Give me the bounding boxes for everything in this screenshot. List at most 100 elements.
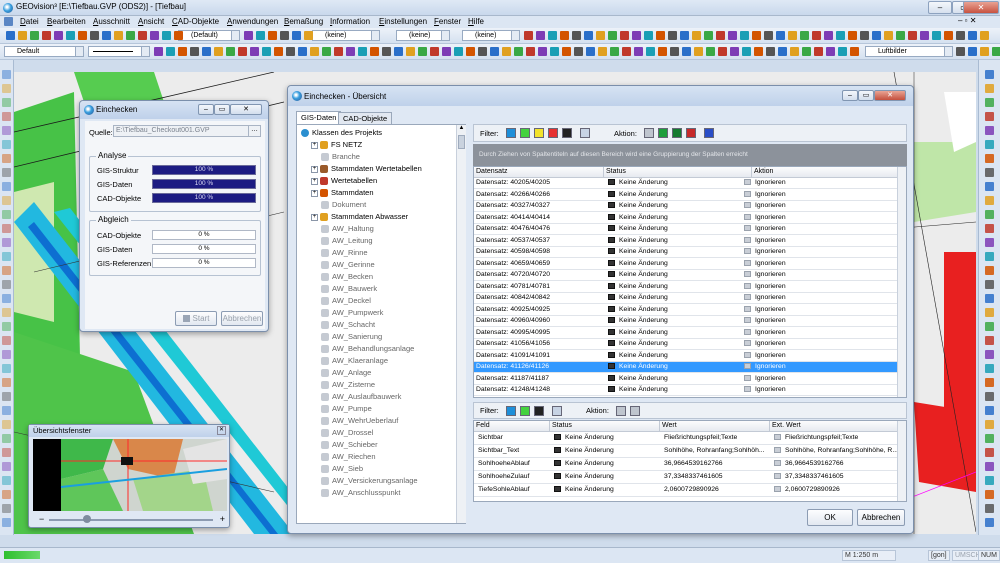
uebersicht-maximize-button[interactable]: ▭	[858, 90, 874, 101]
toolbar-tool-icon[interactable]	[646, 47, 655, 56]
filter-copy-icon[interactable]	[580, 128, 590, 138]
tree-item[interactable]: AW_Sieb	[321, 463, 363, 474]
toolbar-tool-icon[interactable]	[370, 47, 379, 56]
toolbar-tool-icon[interactable]	[178, 47, 187, 56]
toolbar-tool-icon[interactable]	[850, 47, 859, 56]
side-tool-icon[interactable]	[985, 196, 994, 205]
toolbar-tool-icon[interactable]	[406, 47, 415, 56]
tree-item[interactable]: AW_Pumpe	[321, 403, 372, 414]
side-tool-icon[interactable]	[2, 280, 11, 289]
toolbar-tool-icon[interactable]	[394, 47, 403, 56]
side-tool-icon[interactable]	[2, 448, 11, 457]
side-tool-icon[interactable]	[985, 448, 994, 457]
tree-item[interactable]: AW_Bauwerk	[321, 283, 377, 294]
cell-aktion[interactable]: Ignorieren	[742, 178, 892, 188]
side-tool-icon[interactable]	[985, 280, 994, 289]
toolbar-tool-icon[interactable]	[102, 31, 111, 40]
toolbar-tool-icon[interactable]	[838, 47, 847, 56]
layer-combo-3[interactable]: (keine)	[462, 30, 520, 41]
side-tool-icon[interactable]	[985, 140, 994, 149]
toolbar-tool-icon[interactable]	[572, 31, 581, 40]
cell-aktion[interactable]: Ignorieren	[742, 351, 892, 361]
col-ext-wert-header[interactable]: Ext. Wert	[770, 421, 898, 432]
menu-bemassung[interactable]: Bemaßung	[284, 17, 323, 26]
overview-close-icon[interactable]: ✕	[217, 426, 226, 435]
table-row[interactable]: Datensatz: 40205/40205 Keine Änderung Igno…	[474, 178, 898, 189]
detail-aktion-check-icon[interactable]	[630, 406, 640, 416]
toolbar-tool-icon[interactable]	[742, 47, 751, 56]
side-tool-icon[interactable]	[2, 476, 11, 485]
ok-button[interactable]: OK	[807, 509, 853, 526]
toolbar-tool-icon[interactable]	[6, 31, 15, 40]
cell-aktion[interactable]: Ignorieren	[742, 259, 892, 269]
detail-row[interactable]: SohlhoeheAblauf Keine Änderung 36,96645391…	[474, 458, 898, 471]
toolbar-tool-icon[interactable]	[790, 47, 799, 56]
table-row[interactable]: Datensatz: 41248/41248 Keine Änderung Igno…	[474, 385, 898, 396]
side-tool-icon[interactable]	[985, 406, 994, 415]
toolbar-tool-icon[interactable]	[920, 31, 929, 40]
toolbar-tool-icon[interactable]	[150, 31, 159, 40]
side-tool-icon[interactable]	[2, 126, 11, 135]
side-tool-icon[interactable]	[2, 504, 11, 513]
toolbar-tool-icon[interactable]	[274, 47, 283, 56]
uebersicht-close-button[interactable]: ✕	[874, 90, 906, 101]
toolbar-tool-icon[interactable]	[334, 47, 343, 56]
toolbar-tool-icon[interactable]	[598, 47, 607, 56]
layer-combo-2[interactable]: (keine)	[396, 30, 450, 41]
toolbar-tool-icon[interactable]	[30, 31, 39, 40]
toolbar-tool-icon[interactable]	[586, 47, 595, 56]
luftbilder-combo[interactable]: Luftbilder	[865, 46, 953, 57]
toolbar-tool-icon[interactable]	[250, 47, 259, 56]
close-button[interactable]: ✕	[963, 1, 999, 14]
toolbar-tool-icon[interactable]	[166, 47, 175, 56]
side-tool-icon[interactable]	[985, 336, 994, 345]
toolbar-tool-icon[interactable]	[346, 47, 355, 56]
cell-aktion[interactable]: Ignorieren	[742, 339, 892, 349]
toolbar-tool-icon[interactable]	[536, 31, 545, 40]
toolbar-tool-icon[interactable]	[776, 31, 785, 40]
start-button[interactable]: Start	[175, 311, 217, 326]
side-tool-icon[interactable]	[985, 322, 994, 331]
cell-aktion[interactable]: Ignorieren	[742, 236, 892, 246]
side-tool-icon[interactable]	[2, 196, 11, 205]
toolbar-tool-icon[interactable]	[980, 31, 989, 40]
tree-item[interactable]: AW_Behandlungsanlage	[321, 343, 414, 354]
toolbar-tool-icon[interactable]	[304, 31, 313, 40]
toolbar-tool-icon[interactable]	[826, 47, 835, 56]
table-row[interactable]: Datensatz: 41126/41126 Keine Änderung Igno…	[474, 362, 898, 373]
side-tool-icon[interactable]	[2, 322, 11, 331]
einchecken-maximize-button[interactable]: ▭	[214, 104, 230, 115]
toolbar-tool-icon[interactable]	[454, 47, 463, 56]
table-row[interactable]: Datensatz: 40266/40266 Keine Änderung Igno…	[474, 190, 898, 201]
side-tool-icon[interactable]	[2, 154, 11, 163]
class-tree[interactable]: Klassen des Projekts + FS NETZ Branche + Stam…	[296, 124, 466, 524]
menu-hilfe[interactable]: Hilfe	[468, 17, 484, 26]
side-tool-icon[interactable]	[985, 126, 994, 135]
cell-aktion[interactable]: Ignorieren	[742, 201, 892, 211]
toolbar-tool-icon[interactable]	[214, 47, 223, 56]
col-wert-header[interactable]: Wert	[660, 421, 770, 432]
minimize-button[interactable]: –	[928, 1, 952, 14]
filter-unknown-icon[interactable]	[506, 128, 516, 138]
expand-icon[interactable]: +	[311, 189, 318, 197]
scale-display[interactable]: M 1:250 m	[842, 550, 896, 561]
side-tool-icon[interactable]	[2, 140, 11, 149]
toolbar-tool-icon[interactable]	[634, 47, 643, 56]
tree-item[interactable]: AW_Gerinne	[321, 259, 375, 270]
table-row[interactable]: Datensatz: 40842/40842 Keine Änderung Igno…	[474, 293, 898, 304]
toolbar-tool-icon[interactable]	[78, 31, 87, 40]
expand-icon[interactable]: +	[311, 177, 318, 185]
side-tool-icon[interactable]	[2, 98, 11, 107]
side-tool-icon[interactable]	[985, 518, 994, 527]
toolbar-tool-icon[interactable]	[706, 47, 715, 56]
toolbar-tool-icon[interactable]	[154, 47, 163, 56]
cell-aktion[interactable]: Ignorieren	[742, 270, 892, 280]
toolbar-tool-icon[interactable]	[670, 47, 679, 56]
toolbar-tool-icon[interactable]	[944, 31, 953, 40]
toolbar-tool-icon[interactable]	[322, 47, 331, 56]
toolbar-tool-icon[interactable]	[54, 31, 63, 40]
toolbar-tool-icon[interactable]	[524, 31, 533, 40]
table-row[interactable]: Datensatz: 41056/41056 Keine Änderung Igno…	[474, 339, 898, 350]
tree-item[interactable]: AW_Sanierung	[321, 331, 382, 342]
side-tool-icon[interactable]	[2, 224, 11, 233]
